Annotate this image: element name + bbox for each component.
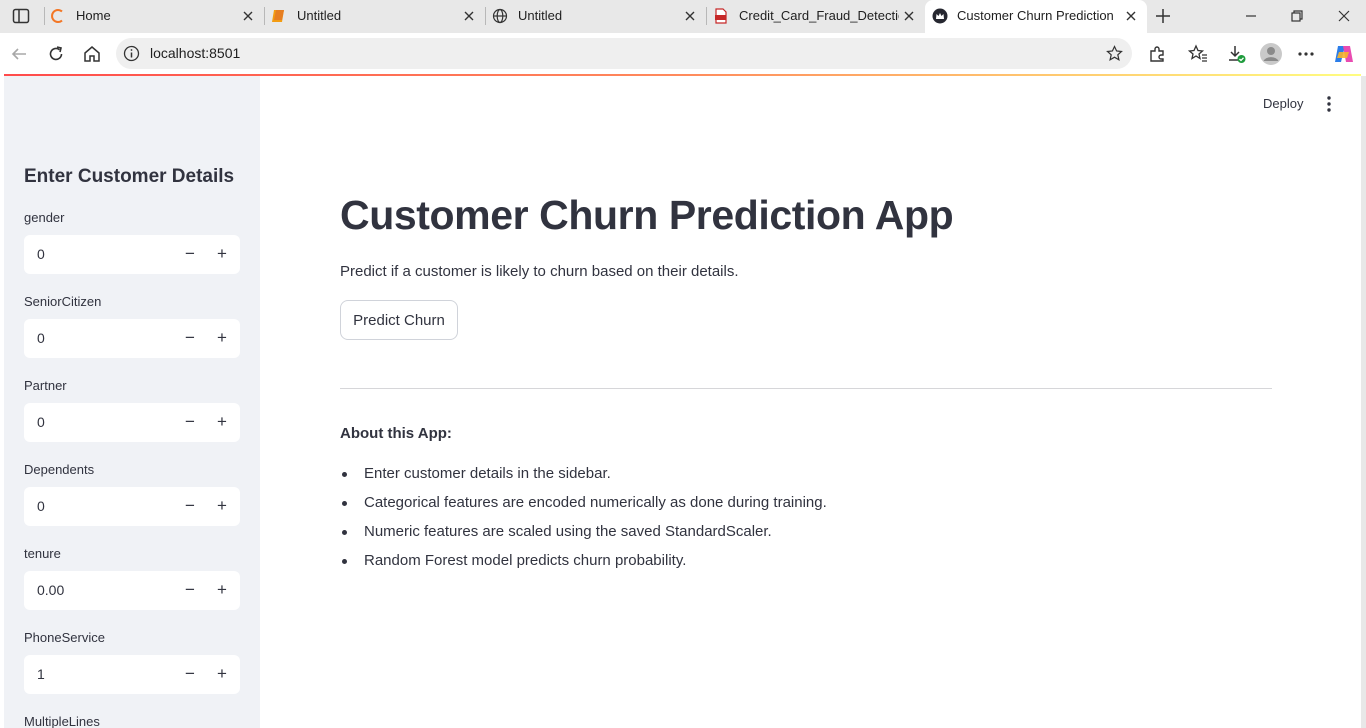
field-label: Partner <box>24 378 67 393</box>
browser-tab-strip: Home Untitled Untitled Credit_Card_Fraud… <box>0 0 1366 33</box>
downloads-icon[interactable] <box>1226 44 1246 64</box>
number-input[interactable]: 1 − + <box>24 655 240 694</box>
close-tab-icon[interactable] <box>901 8 917 24</box>
divider <box>340 388 1272 389</box>
field-label: MultipleLines <box>24 714 100 728</box>
number-input-value[interactable]: 1 <box>37 666 45 682</box>
tab-title: Untitled <box>297 8 342 23</box>
site-info-icon[interactable] <box>123 45 140 62</box>
main-menu-icon[interactable] <box>1322 95 1336 113</box>
url-text[interactable]: localhost:8501 <box>150 45 240 61</box>
predict-churn-button[interactable]: Predict Churn <box>340 300 458 340</box>
field-partner: Partner 0 − + <box>24 378 240 442</box>
back-arrow-icon[interactable] <box>9 44 29 64</box>
field-label: SeniorCitizen <box>24 294 102 309</box>
increment-button[interactable]: + <box>208 324 236 352</box>
decrement-button[interactable]: − <box>176 408 204 436</box>
tab-pdf-document[interactable]: Credit_Card_Fraud_Detection.p <box>707 0 925 33</box>
close-tab-icon[interactable] <box>461 8 477 24</box>
sidebar-toggle-icon[interactable] <box>12 8 30 24</box>
decrement-button[interactable]: − <box>176 324 204 352</box>
close-window-icon[interactable] <box>1337 9 1351 23</box>
favorites-icon[interactable] <box>1188 44 1208 64</box>
field-gender: gender 0 − + <box>24 210 240 274</box>
number-input[interactable]: 0 − + <box>24 403 240 442</box>
decrement-button[interactable]: − <box>176 492 204 520</box>
tab-title: Untitled <box>518 8 563 23</box>
deploy-button[interactable]: Deploy <box>1263 96 1303 111</box>
decrement-button[interactable]: − <box>176 576 204 604</box>
window-border <box>1361 76 1366 728</box>
increment-button[interactable]: + <box>208 240 236 268</box>
close-tab-icon[interactable] <box>240 8 256 24</box>
about-heading: About this App: <box>340 425 452 442</box>
number-input-value[interactable]: 0.00 <box>37 582 64 598</box>
field-multiple-lines: MultipleLines <box>24 714 240 728</box>
field-label: tenure <box>24 546 61 561</box>
list-item: Categorical features are encoded numeric… <box>340 494 827 523</box>
tab-title: Credit_Card_Fraud_Detection.p <box>739 8 899 23</box>
reload-icon[interactable] <box>46 44 66 64</box>
extensions-puzzle-icon[interactable] <box>1147 44 1167 64</box>
field-phone-service: PhoneService 1 − + <box>24 630 240 694</box>
field-label: Dependents <box>24 462 95 477</box>
increment-button[interactable]: + <box>208 492 236 520</box>
decrement-button[interactable]: − <box>176 240 204 268</box>
tab-untitled-notebook[interactable]: Untitled <box>265 0 485 33</box>
tab-title: Home <box>76 8 111 23</box>
more-options-icon[interactable] <box>1296 44 1316 64</box>
number-input[interactable]: 0 − + <box>24 487 240 526</box>
decrement-button[interactable]: − <box>176 660 204 688</box>
home-icon[interactable] <box>82 44 102 64</box>
close-tab-icon[interactable] <box>1123 8 1139 24</box>
bookmark-star-icon[interactable] <box>1106 45 1123 62</box>
increment-button[interactable]: + <box>208 576 236 604</box>
field-tenure: tenure 0.00 − + <box>24 546 240 610</box>
pdf-icon <box>715 8 727 24</box>
page-title: Customer Churn Prediction App <box>340 192 954 238</box>
streamlit-crown-icon <box>932 8 948 24</box>
number-input[interactable]: 0.00 − + <box>24 571 240 610</box>
notebook-icon <box>272 10 284 22</box>
increment-button[interactable]: + <box>208 408 236 436</box>
restore-window-icon[interactable] <box>1290 9 1304 23</box>
globe-icon <box>492 8 508 24</box>
about-list: Enter customer details in the sidebar. C… <box>340 465 827 581</box>
field-dependents: Dependents 0 − + <box>24 462 240 526</box>
home-loader-icon <box>51 9 63 23</box>
sidebar: Enter Customer Details gender 0 − + Seni… <box>4 76 260 728</box>
number-input-value[interactable]: 0 <box>37 414 45 430</box>
field-senior-citizen: SeniorCitizen 0 − + <box>24 294 240 358</box>
tab-home[interactable]: Home <box>44 0 264 33</box>
page-description: Predict if a customer is likely to churn… <box>340 263 739 280</box>
address-bar[interactable]: localhost:8501 <box>116 38 1132 69</box>
main-content: Deploy Customer Churn Prediction App Pre… <box>260 76 1361 728</box>
list-item: Enter customer details in the sidebar. <box>340 465 827 494</box>
number-input[interactable]: 0 − + <box>24 319 240 358</box>
minimize-window-icon[interactable] <box>1244 9 1258 23</box>
copilot-icon[interactable] <box>1332 42 1356 66</box>
new-tab-icon[interactable] <box>1154 7 1172 25</box>
number-input-value[interactable]: 0 <box>37 498 45 514</box>
sidebar-header: Enter Customer Details <box>24 166 235 187</box>
field-label: gender <box>24 210 65 225</box>
tab-title: Customer Churn Prediction <box>957 8 1114 23</box>
close-tab-icon[interactable] <box>682 8 698 24</box>
profile-avatar-icon[interactable] <box>1259 42 1283 66</box>
list-item: Numeric features are scaled using the sa… <box>340 523 827 552</box>
browser-toolbar: localhost:8501 <box>0 33 1366 74</box>
number-input-value[interactable]: 0 <box>37 330 45 346</box>
number-input-value[interactable]: 0 <box>37 246 45 262</box>
number-input[interactable]: 0 − + <box>24 235 240 274</box>
tab-customer-churn[interactable]: Customer Churn Prediction <box>925 0 1147 33</box>
list-item: Random Forest model predicts churn proba… <box>340 552 827 581</box>
increment-button[interactable]: + <box>208 660 236 688</box>
field-label: PhoneService <box>24 630 105 645</box>
tab-untitled-web[interactable]: Untitled <box>486 0 706 33</box>
